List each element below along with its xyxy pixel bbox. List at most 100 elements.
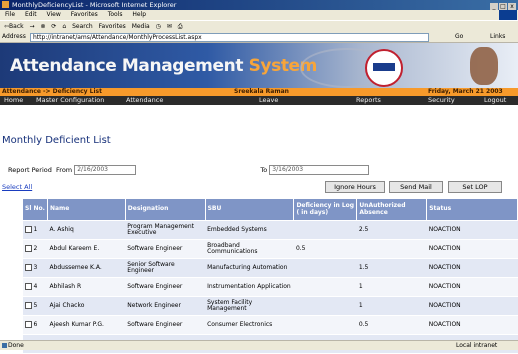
menu-file[interactable]: File <box>5 11 15 18</box>
minimize-button[interactable]: _ <box>490 3 498 10</box>
deficiency-table: Sl No. Name Designation SBU Deficiency i… <box>22 198 518 354</box>
from-label: From <box>56 166 73 174</box>
deficiency-cell <box>293 258 357 278</box>
row-checkbox[interactable] <box>24 264 32 272</box>
sl-number: 1 <box>33 226 38 234</box>
column-header-status[interactable]: Status <box>426 198 518 221</box>
send-mail-button[interactable]: Send Mail <box>389 181 443 193</box>
deficiency-cell: 0.5 <box>293 239 357 259</box>
designation-cell: Program Management Executive <box>125 220 206 240</box>
sbu-cell: Consumer Electronics <box>205 315 294 335</box>
nav-leave[interactable]: Leave <box>259 96 278 105</box>
to-date-input[interactable]: 3/16/2003 <box>269 165 370 175</box>
banner-figure-image <box>470 47 498 85</box>
ignore-hours-button[interactable]: Ignore Hours <box>325 181 385 193</box>
forward-button[interactable]: → <box>30 23 35 30</box>
sl-number: 2 <box>33 245 38 253</box>
stop-icon[interactable]: ⊗ <box>40 23 45 30</box>
name-cell: A. Ashiq <box>47 220 126 240</box>
history-icon[interactable]: ◷ <box>156 23 161 30</box>
designation-cell: Software Engineer <box>125 239 206 259</box>
user-name: Sreekala Raman <box>234 88 289 95</box>
set-lop-button[interactable]: Set LOP <box>448 181 502 193</box>
report-period-label: Report Period <box>8 166 52 174</box>
context-bar: Attendance -> Deficiency List Sreekala R… <box>0 88 518 96</box>
menu-tools[interactable]: Tools <box>108 11 123 18</box>
search-button[interactable]: Search <box>72 23 93 30</box>
column-header-name[interactable]: Name <box>46 198 126 221</box>
refresh-icon[interactable]: ⟳ <box>51 23 56 30</box>
status-cell: NOACTION <box>426 296 518 316</box>
table-row: 2 Abdul Kareem E. Software Engineer Broa… <box>22 239 518 259</box>
row-checkbox[interactable] <box>24 321 32 329</box>
current-date: Friday, March 21 2003 <box>428 88 503 95</box>
row-checkbox[interactable] <box>24 302 32 310</box>
home-icon[interactable]: ⌂ <box>62 23 66 30</box>
deficiency-cell <box>293 220 357 240</box>
maximize-button[interactable]: □ <box>499 3 507 10</box>
print-icon[interactable]: ⎙ <box>178 23 183 30</box>
designation-cell: Software Engineer <box>125 315 206 335</box>
sbu-cell: Instrumentation Application <box>205 277 294 297</box>
page-title: Monthly Deficient List <box>2 135 111 146</box>
menu-bar: File Edit View Favorites Tools Help <box>0 10 518 20</box>
absence-cell: 0.5 <box>356 315 427 335</box>
window-title-bar: MonthlyDeficiencyList - Microsoft Intern… <box>0 0 518 10</box>
absence-cell <box>356 239 427 259</box>
status-cell: NOACTION <box>426 315 518 335</box>
row-checkbox[interactable] <box>24 245 32 253</box>
mail-icon[interactable]: ✉ <box>167 23 172 30</box>
favorites-button[interactable]: Favorites <box>99 23 126 30</box>
nav-security[interactable]: Security <box>428 96 455 105</box>
column-header-deficiency[interactable]: Deficiency in Log ( in days) <box>293 198 358 221</box>
windows-logo-icon <box>499 10 517 20</box>
menu-favorites[interactable]: Favorites <box>71 11 98 18</box>
name-cell: Ajai Chacko <box>47 296 126 316</box>
report-period: Report Period From 2/16/2003 To 3/16/200… <box>8 165 370 175</box>
menu-view[interactable]: View <box>47 11 61 18</box>
nav-master-configuration[interactable]: Master Configuration <box>36 96 104 105</box>
sl-cell: 2 <box>22 239 48 259</box>
status-cell: NOACTION <box>426 220 518 240</box>
nav-attendance[interactable]: Attendance <box>126 96 163 105</box>
company-logo-icon <box>365 49 403 87</box>
window-title: MonthlyDeficiencyList - Microsoft Intern… <box>12 1 177 9</box>
table-row: 4 Abhilash R Software Engineer Instrumen… <box>22 277 518 297</box>
links-button[interactable]: Links <box>490 32 505 42</box>
menu-edit[interactable]: Edit <box>25 11 37 18</box>
table-row: 3 Abdussemee K.A. Senior Software Engine… <box>22 258 518 278</box>
go-button[interactable]: Go <box>455 32 463 42</box>
status-cell: NOACTION <box>426 239 518 259</box>
select-all-link[interactable]: Select All <box>2 183 32 191</box>
column-header-sl-no[interactable]: Sl No. <box>22 198 48 221</box>
nav-reports[interactable]: Reports <box>356 96 381 105</box>
table-row: 1 A. Ashiq Program Management Executive … <box>22 220 518 240</box>
main-nav: Home Master Configuration Attendance Lea… <box>0 96 518 105</box>
address-bar: Address http://intranet/ams/Attendance/M… <box>0 32 518 43</box>
back-button[interactable]: ⇦Back <box>4 23 24 30</box>
from-date-input[interactable]: 2/16/2003 <box>74 165 137 175</box>
nav-logout[interactable]: Logout <box>484 96 506 105</box>
sl-number: 5 <box>33 302 38 310</box>
column-header-designation[interactable]: Designation <box>124 198 206 221</box>
row-checkbox[interactable] <box>24 283 32 291</box>
app-title: Attendance Management System <box>10 56 317 76</box>
sl-number: 3 <box>33 264 38 272</box>
designation-cell: Software Engineer <box>125 277 206 297</box>
absence-cell: 1.5 <box>356 258 427 278</box>
nav-home[interactable]: Home <box>4 96 23 105</box>
column-header-absence[interactable]: UnAuthorized Absence <box>356 198 428 221</box>
address-label: Address <box>2 33 26 40</box>
status-cell: NOACTION <box>426 258 518 278</box>
name-cell: Abdussemee K.A. <box>47 258 126 278</box>
media-button[interactable]: Media <box>132 23 150 30</box>
column-header-sbu[interactable]: SBU <box>204 198 295 221</box>
absence-cell: 2.5 <box>356 220 427 240</box>
address-input[interactable]: http://intranet/ams/Attendance/MonthlyPr… <box>30 33 429 42</box>
deficiency-cell <box>293 296 357 316</box>
app-title-part1: Attendance Management <box>10 56 244 76</box>
close-button[interactable]: x <box>508 3 516 10</box>
row-checkbox[interactable] <box>24 226 32 234</box>
menu-help[interactable]: Help <box>132 11 146 18</box>
name-cell: Ajeesh Kumar P.G. <box>47 315 126 335</box>
